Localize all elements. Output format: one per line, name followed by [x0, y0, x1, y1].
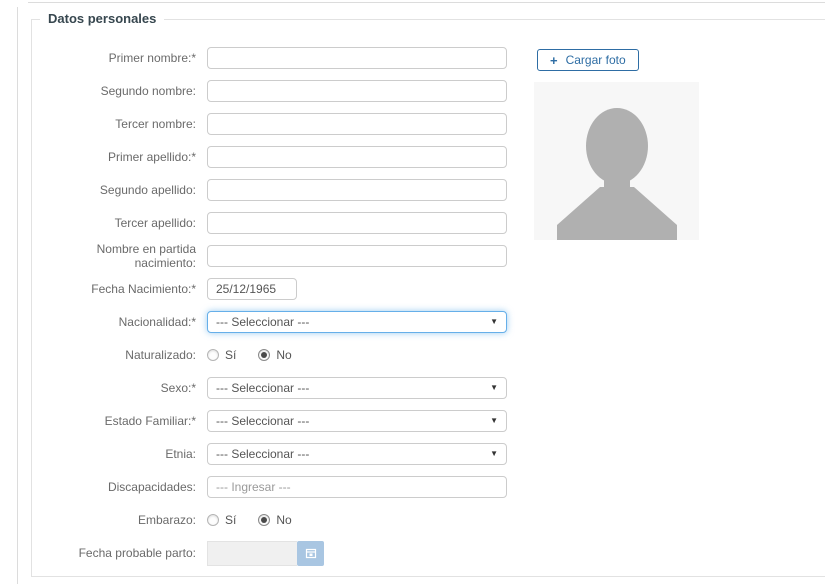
field-row-embarazo: Embarazo: Sí No [32, 509, 825, 531]
upload-photo-button[interactable]: + Cargar foto [537, 49, 639, 71]
embarazo-label: Embarazo: [137, 513, 196, 527]
field-row-nacionalidad: Nacionalidad:* --- Seleccionar --- ▼ [32, 311, 825, 333]
person-silhouette-icon [534, 82, 699, 240]
form-rows: Primer nombre:* Segundo nombre: Tercer n… [32, 47, 825, 566]
field-row-discapacidades: Discapacidades: [32, 476, 825, 498]
estado-familiar-select-value: --- Seleccionar --- [216, 414, 310, 428]
etnia-select[interactable]: --- Seleccionar --- ▼ [207, 443, 507, 465]
field-row-primer-nombre: Primer nombre:* [32, 47, 825, 69]
segundo-apellido-label: Segundo apellido: [99, 183, 196, 197]
naturalizado-radio-no[interactable] [258, 349, 271, 361]
segundo-apellido-input[interactable] [207, 179, 507, 201]
segundo-nombre-input[interactable] [207, 80, 507, 102]
nacionalidad-label: Nacionalidad:* [118, 315, 196, 329]
discapacidades-label: Discapacidades: [107, 480, 196, 494]
tercer-nombre-input[interactable] [207, 113, 507, 135]
naturalizado-label: Naturalizado: [125, 348, 196, 362]
dropdown-arrow-icon: ▼ [490, 317, 498, 326]
field-row-nombre-partida: Nombre en partida nacimiento: [32, 242, 825, 270]
fecha-probable-parto-label: Fecha probable parto: [78, 546, 196, 560]
naturalizado-radio-group: Sí No [207, 348, 314, 362]
plus-icon: + [550, 52, 558, 68]
dropdown-arrow-icon: ▼ [490, 449, 498, 458]
field-row-tercer-nombre: Tercer nombre: [32, 113, 825, 135]
photo-placeholder [534, 82, 699, 240]
outer-panel-border-top [28, 2, 825, 3]
segundo-nombre-label: Segundo nombre: [100, 84, 196, 98]
field-row-fecha-probable-parto: Fecha probable parto: [32, 540, 825, 566]
primer-nombre-input[interactable] [207, 47, 507, 69]
field-row-tercer-apellido: Tercer apellido: [32, 212, 825, 234]
field-row-segundo-nombre: Segundo nombre: [32, 80, 825, 102]
personal-data-page: Datos personales Primer nombre:* Segundo… [0, 0, 825, 584]
naturalizado-option-no-label[interactable]: No [276, 348, 291, 362]
field-row-etnia: Etnia: --- Seleccionar --- ▼ [32, 443, 825, 465]
estado-familiar-label: Estado Familiar:* [104, 414, 196, 428]
radio-dot [261, 352, 268, 358]
naturalizado-radio-si[interactable] [207, 349, 219, 361]
radio-dot [261, 517, 268, 523]
embarazo-option-si-label[interactable]: Sí [225, 513, 236, 527]
field-row-naturalizado: Naturalizado: Sí No [32, 344, 825, 366]
calendar-icon [305, 547, 317, 559]
nacionalidad-select[interactable]: --- Seleccionar --- ▼ [207, 311, 507, 333]
etnia-select-value: --- Seleccionar --- [216, 447, 310, 461]
sexo-label: Sexo:* [160, 381, 196, 395]
fecha-probable-parto-input[interactable] [207, 540, 297, 566]
field-row-fecha-nacimiento: Fecha Nacimiento:* [32, 278, 825, 300]
calendar-button[interactable] [297, 540, 324, 566]
embarazo-option-no-label[interactable]: No [276, 513, 291, 527]
tercer-nombre-label: Tercer nombre: [115, 117, 196, 131]
upload-photo-label: Cargar foto [565, 53, 626, 67]
primer-apellido-input[interactable] [207, 146, 507, 168]
dropdown-arrow-icon: ▼ [490, 383, 498, 392]
nombre-partida-label: Nombre en partida nacimiento: [96, 242, 196, 270]
field-row-segundo-apellido: Segundo apellido: [32, 179, 825, 201]
tercer-apellido-label: Tercer apellido: [114, 216, 196, 230]
etnia-label: Etnia: [165, 447, 196, 461]
primer-nombre-label: Primer nombre:* [108, 51, 196, 65]
dropdown-arrow-icon: ▼ [490, 416, 498, 425]
datos-personales-fieldset: Datos personales Primer nombre:* Segundo… [31, 11, 825, 577]
field-row-estado-familiar: Estado Familiar:* --- Seleccionar --- ▼ [32, 410, 825, 432]
field-row-sexo: Sexo:* --- Seleccionar --- ▼ [32, 377, 825, 399]
fecha-nacimiento-input[interactable] [207, 278, 297, 300]
nombre-partida-input[interactable] [207, 245, 507, 267]
sexo-select-value: --- Seleccionar --- [216, 381, 310, 395]
primer-apellido-label: Primer apellido:* [107, 150, 196, 164]
fecha-nacimiento-label: Fecha Nacimiento:* [91, 282, 196, 296]
tercer-apellido-input[interactable] [207, 212, 507, 234]
embarazo-radio-group: Sí No [207, 513, 314, 527]
naturalizado-option-si-label[interactable]: Sí [225, 348, 236, 362]
embarazo-radio-no[interactable] [258, 514, 271, 526]
embarazo-radio-si[interactable] [207, 514, 219, 526]
fecha-probable-parto-group [207, 540, 324, 566]
discapacidades-input[interactable] [207, 476, 507, 498]
section-title: Datos personales [48, 11, 157, 26]
field-row-primer-apellido: Primer apellido:* [32, 146, 825, 168]
outer-panel-border-left [17, 7, 18, 584]
nacionalidad-select-value: --- Seleccionar --- [216, 315, 310, 329]
estado-familiar-select[interactable]: --- Seleccionar --- ▼ [207, 410, 507, 432]
sexo-select[interactable]: --- Seleccionar --- ▼ [207, 377, 507, 399]
